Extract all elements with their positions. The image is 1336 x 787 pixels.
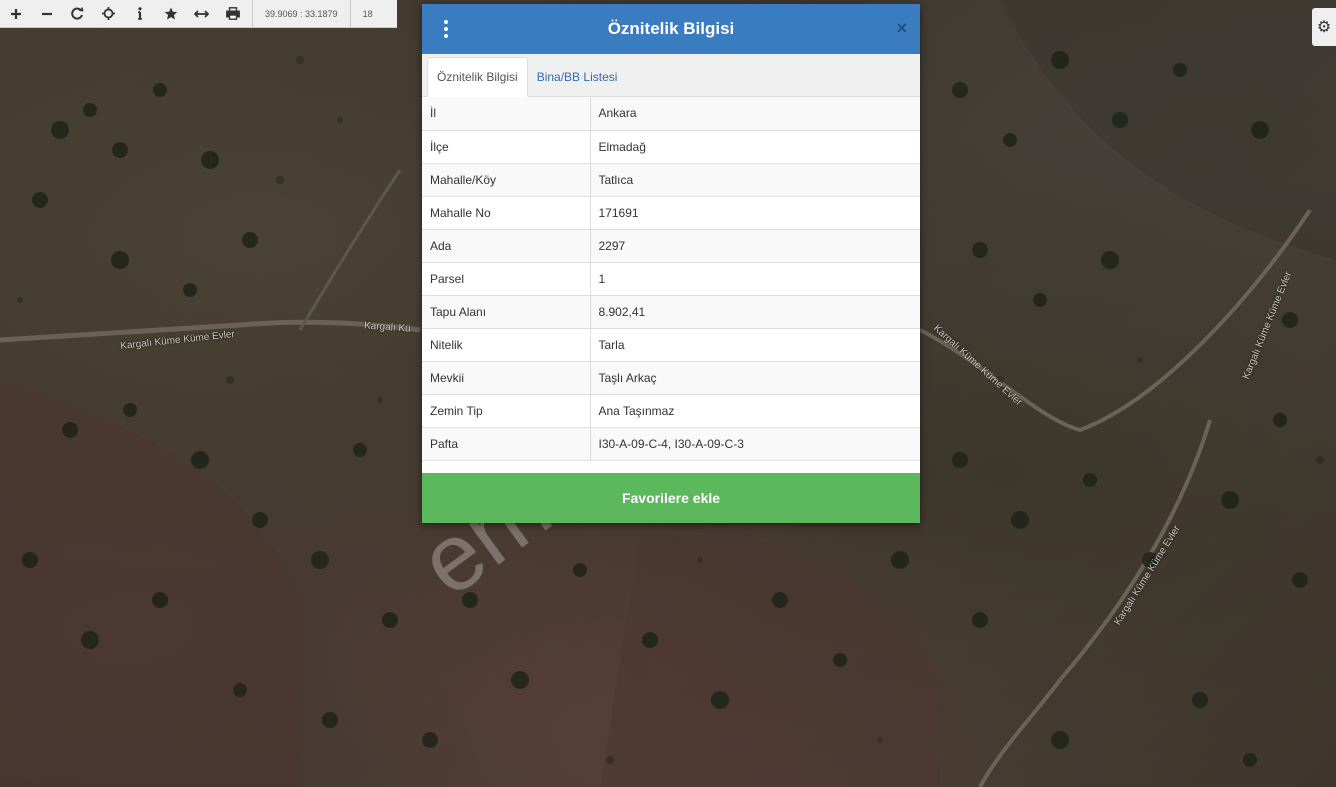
attribute-value: Taşlı Arkaç [590,361,920,395]
attribute-key: Ada [422,229,591,263]
info-button[interactable] [124,0,155,27]
table-row: İlçe Elmadağ [422,130,920,164]
table-row: Pafta I30-A-09-C-4, I30-A-09-C-3 [422,427,920,461]
modal-title: Öznitelik Bilgisi [607,19,735,38]
table-row: Tapu Alanı 8.902,41 [422,295,920,329]
attribute-key: Mahalle No [422,196,591,230]
attribute-value: I30-A-09-C-4, I30-A-09-C-3 [590,427,920,461]
table-row: Mahalle/Köy Tatlıca [422,163,920,197]
minus-icon [41,12,52,15]
table-row: Mahalle No 171691 [422,196,920,230]
attribute-key: Tapu Alanı [422,295,591,329]
attribute-value: 2297 [590,229,920,263]
close-icon[interactable]: × [896,18,907,38]
attribute-value: 171691 [590,196,920,230]
table-row: Parsel 1 [422,262,920,296]
gear-icon: ⚙ [1316,19,1332,36]
print-button[interactable] [217,0,248,27]
info-icon [137,7,142,20]
attribute-value: Tatlıca [590,163,920,197]
attribute-key: İlçe [422,130,591,164]
attribute-value: Ankara [590,97,920,131]
plus-icon [10,8,21,19]
locate-button[interactable] [93,0,124,27]
crosshair-icon [102,7,115,20]
refresh-icon [71,7,84,20]
modal-tabs: Öznitelik Bilgisi Bina/BB Listesi [422,54,920,97]
attribute-value: Elmadağ [590,130,920,164]
table-row: Zemin Tip Ana Taşınmaz [422,394,920,428]
zoom-level: 18 [362,8,373,19]
table-row: Ada 2297 [422,229,920,263]
settings-button[interactable]: ⚙ [1312,8,1336,46]
attribute-key: Mahalle/Köy [422,163,591,197]
map-toolbar: 39.9069 : 33.1879 18 [0,0,397,28]
attribute-key: Zemin Tip [422,394,591,428]
print-icon [225,7,240,20]
attribute-key: Nitelik [422,328,591,362]
attribute-value: Ana Taşınmaz [590,394,920,428]
tab-attribute-info[interactable]: Öznitelik Bilgisi [427,57,528,97]
table-row: Mevkii Taşlı Arkaç [422,361,920,395]
attribute-key: Parsel [422,262,591,296]
attribute-key: Pafta [422,427,591,461]
attribute-key: Mevkii [422,361,591,395]
kebab-menu-icon[interactable] [442,20,450,38]
refresh-button[interactable] [62,0,93,27]
arrows-horizontal-icon [194,9,209,18]
attribute-info-modal: Öznitelik Bilgisi × Öznitelik Bilgisi Bi… [422,4,920,523]
tab-building-list[interactable]: Bina/BB Listesi [528,58,627,96]
table-row: İl Ankara [422,97,920,131]
measure-button[interactable] [186,0,217,27]
attribute-value: 1 [590,262,920,296]
attribute-table: İl Ankara İlçe Elmadağ Mahalle/Köy Tatlıca Mah… [422,97,920,461]
table-row: Nitelik Tarla [422,328,920,362]
star-icon [164,7,177,20]
favorite-button[interactable] [155,0,186,27]
zoom-in-button[interactable] [0,0,31,27]
coordinate-readout: 39.9069 : 33.1879 [252,0,351,27]
zoom-out-button[interactable] [31,0,62,27]
modal-header: Öznitelik Bilgisi × [422,4,920,54]
attribute-key: İl [422,97,591,131]
add-to-favorites-button[interactable]: Favorilere ekle [422,473,920,523]
attribute-value: 8.902,41 [590,295,920,329]
attribute-value: Tarla [590,328,920,362]
